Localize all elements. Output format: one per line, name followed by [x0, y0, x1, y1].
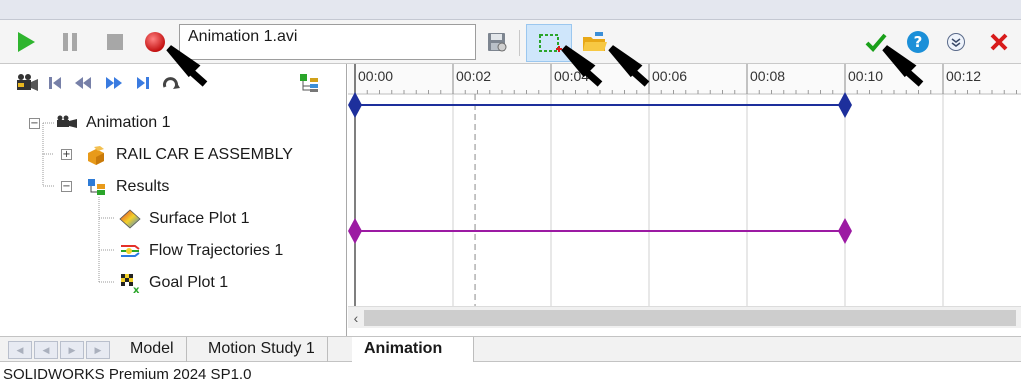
- tab-animation[interactable]: Animation: [352, 337, 474, 362]
- stop-icon: [107, 34, 123, 50]
- keyframe-diamond[interactable]: [348, 218, 362, 244]
- tab-motion-study-1[interactable]: Motion Study 1: [196, 337, 328, 362]
- callout-arrow-icon: [166, 45, 208, 87]
- keyframe-diamond[interactable]: [838, 92, 852, 118]
- animation-tree-pane: − + − Animation 1 RAIL CAR E ASSEMBLY Re…: [0, 64, 347, 336]
- timeline-horizontal-scrollbar[interactable]: ‹: [348, 306, 1021, 328]
- tree-connector-lines: [42, 122, 115, 283]
- scroll-left-icon[interactable]: ‹: [348, 307, 364, 329]
- tab-previous-button[interactable]: ◀: [34, 341, 58, 359]
- tab-last-button[interactable]: ▶: [86, 341, 110, 359]
- window-top-strip: [0, 0, 1021, 20]
- animation-toolbar: Animation 1.avi ?: [0, 20, 1021, 64]
- keyframe-diamond[interactable]: [838, 218, 852, 244]
- play-icon: [18, 32, 35, 52]
- tree-item-label: Goal Plot 1: [149, 274, 229, 291]
- record-icon: [145, 32, 165, 52]
- timeline-canvas[interactable]: 00:00 00:02 00:04 00:06 00:08 00:10 00:12: [348, 64, 1021, 306]
- callout-arrow-icon: [608, 45, 650, 87]
- timeline-tick-label: 00:06: [652, 68, 687, 84]
- keyframe-diamond[interactable]: [348, 92, 362, 118]
- tree-item-label: Animation 1: [86, 114, 171, 131]
- animation-camera-icon: [56, 112, 78, 134]
- animation-timeline[interactable]: 00:00 00:02 00:04 00:06 00:08 00:10 00:12 ‹: [348, 64, 1021, 336]
- collapse-icon: [947, 33, 965, 51]
- scrollbar-thumb[interactable]: [364, 310, 1016, 326]
- collapse-button[interactable]: [943, 28, 969, 56]
- collapse-results-toggle[interactable]: −: [61, 181, 72, 192]
- tree-item-label: Results: [116, 178, 170, 195]
- results-icon: [86, 176, 108, 198]
- tree-item-label: RAIL CAR E ASSEMBLY: [116, 146, 293, 163]
- play-button[interactable]: [12, 28, 40, 56]
- timeline-tick-label: 00:08: [750, 68, 785, 84]
- save-settings-button[interactable]: [482, 28, 512, 56]
- tree-item-assembly[interactable]: RAIL CAR E ASSEMBLY: [86, 143, 293, 167]
- flow-trajectories-icon: [119, 240, 141, 262]
- close-icon: [990, 33, 1008, 51]
- pause-icon: [63, 33, 77, 51]
- callout-arrow-icon: [882, 45, 924, 87]
- status-bar-text: SOLIDWORKS Premium 2024 SP1.0: [0, 362, 1021, 386]
- assembly-icon: [86, 144, 108, 166]
- svg-text:x: x: [133, 285, 140, 294]
- tree-item-label: Surface Plot 1: [149, 210, 250, 227]
- callout-arrow-icon: [561, 45, 603, 87]
- tab-next-button[interactable]: ▶: [60, 341, 84, 359]
- timeline-tick-label: 00:10: [848, 68, 883, 84]
- tree-item-flow-trajectories[interactable]: Flow Trajectories 1: [119, 239, 283, 263]
- timeline-tick-label: 00:12: [946, 68, 981, 84]
- stop-button[interactable]: [101, 28, 129, 56]
- collapse-animation-toggle[interactable]: −: [29, 118, 40, 129]
- tab-first-button[interactable]: ◀: [8, 341, 32, 359]
- close-button[interactable]: [986, 28, 1012, 56]
- output-filename-field[interactable]: Animation 1.avi: [179, 24, 476, 60]
- tree-item-label: Flow Trajectories 1: [149, 242, 284, 259]
- timeline-tick-label: 00:02: [456, 68, 491, 84]
- pause-button[interactable]: [56, 28, 84, 56]
- surface-plot-icon: [119, 208, 141, 230]
- goal-plot-icon: x: [119, 272, 141, 294]
- tree-item-goal-plot[interactable]: x Goal Plot 1: [119, 271, 228, 295]
- toolbar-separator: [519, 30, 520, 56]
- tree-item-results[interactable]: Results: [86, 175, 169, 199]
- timeline-tick-label: 00:00: [358, 68, 393, 84]
- tab-model[interactable]: Model: [118, 337, 187, 362]
- expand-assembly-toggle[interactable]: +: [61, 149, 72, 160]
- save-settings-icon: [488, 33, 507, 52]
- tree-item-surface-plot[interactable]: Surface Plot 1: [119, 207, 250, 231]
- tree-item-animation[interactable]: Animation 1: [56, 111, 171, 135]
- study-tab-bar: ◀ ◀ ▶ ▶ Model Motion Study 1 Animation: [0, 336, 1021, 362]
